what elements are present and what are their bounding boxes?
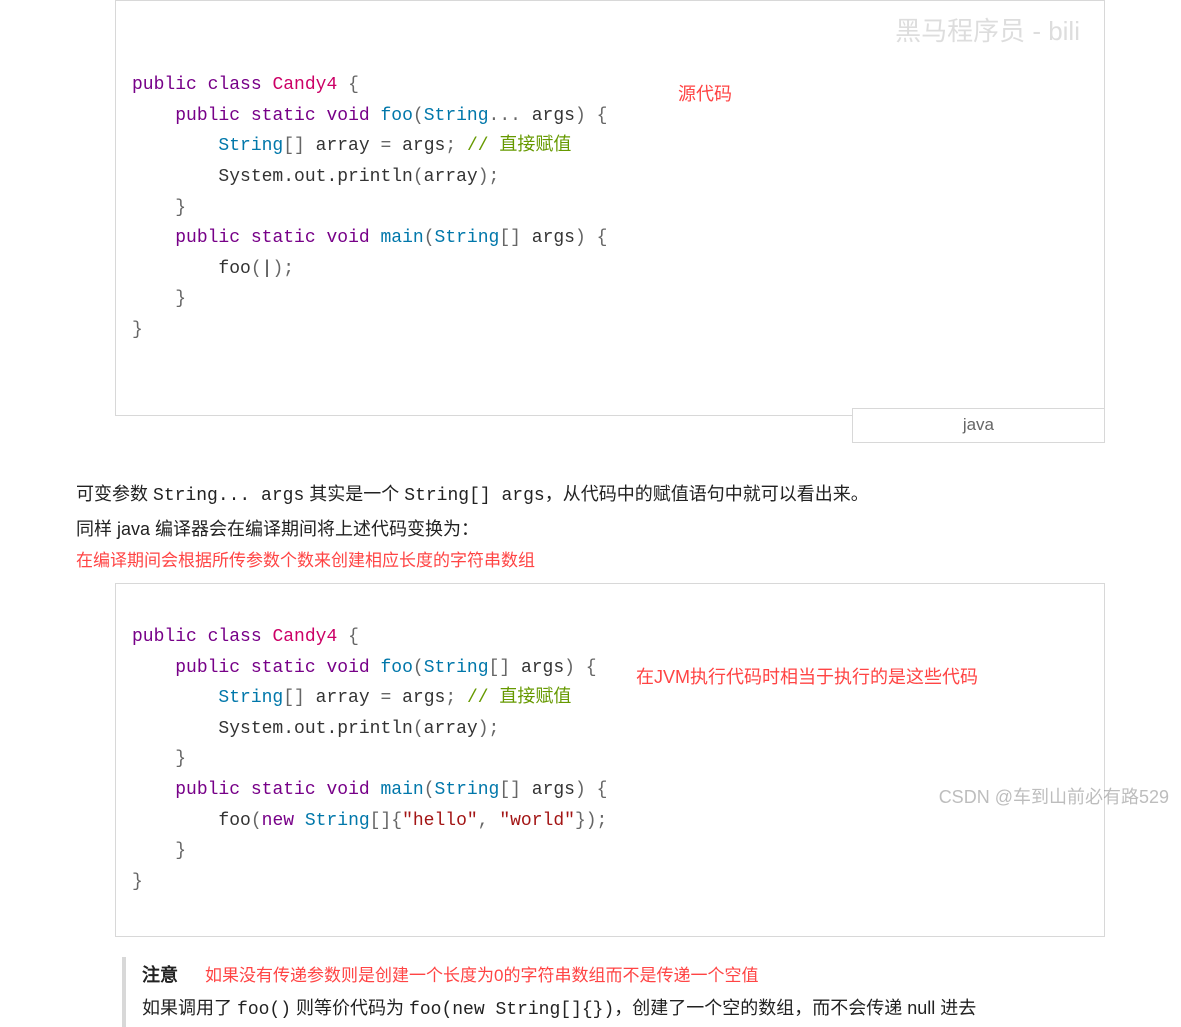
note-title: 注意 <box>142 965 178 985</box>
kw: static <box>251 106 316 126</box>
call: foo <box>218 259 250 279</box>
comment: // 直接赋值 <box>467 136 571 156</box>
text: 可变参数 <box>76 484 153 504</box>
var: args <box>532 228 575 248</box>
type: String <box>424 658 489 678</box>
class-name: Candy4 <box>272 627 337 647</box>
kw: static <box>251 658 316 678</box>
fn: foo <box>381 106 413 126</box>
type: String <box>435 228 500 248</box>
string: "world" <box>499 811 575 831</box>
inline-code: String[] args <box>404 486 544 506</box>
paragraph-1: 可变参数 String... args 其实是一个 String[] args，… <box>76 480 1105 511</box>
var: array <box>424 167 478 187</box>
kw: public <box>175 106 240 126</box>
fn: main <box>381 228 424 248</box>
var: array <box>316 688 370 708</box>
annotation-source: 源代码 <box>678 79 732 110</box>
type: String <box>424 106 489 126</box>
type: String <box>435 780 500 800</box>
var: args <box>532 780 575 800</box>
kw: void <box>326 780 369 800</box>
text: 其实是一个 <box>304 484 404 504</box>
kw: class <box>208 75 262 95</box>
code-block-compiled: public class Candy4 { public static void… <box>115 583 1105 938</box>
text: ，从代码中的赋值语句中就可以看出来。 <box>545 484 869 504</box>
kw: class <box>208 627 262 647</box>
annotation-jvm: 在JVM执行代码时相当于执行的是这些代码 <box>636 662 978 693</box>
var: array <box>316 136 370 156</box>
text: ，创建了一个空的数组，而不会传递 null 进去 <box>614 998 976 1018</box>
var: array <box>424 719 478 739</box>
var: args <box>402 136 445 156</box>
note-red-text: 如果没有传递参数则是创建一个长度为0的字符串数组而不是传递一个空值 <box>205 966 758 985</box>
paragraph-2: 同样 java 编译器会在编译期间将上述代码变换为： <box>76 515 1105 544</box>
class-name: Candy4 <box>272 75 337 95</box>
text: 则等价代码为 <box>291 998 409 1018</box>
fn: main <box>381 780 424 800</box>
kw: public <box>175 780 240 800</box>
var: args <box>402 688 445 708</box>
type: String <box>218 136 283 156</box>
kw: void <box>326 228 369 248</box>
var: args <box>521 658 564 678</box>
kw: new <box>262 811 294 831</box>
call: foo <box>218 811 250 831</box>
text: 如果调用了 <box>142 998 237 1018</box>
string: "hello" <box>402 811 478 831</box>
note-block: 注意 如果没有传递参数则是创建一个长度为0的字符串数组而不是传递一个空值 如果调… <box>122 957 1105 1027</box>
inline-code: String... args <box>153 486 304 506</box>
kw: public <box>132 627 197 647</box>
note-body: 如果调用了 foo() 则等价代码为 foo(new String[]{})，创… <box>142 994 1105 1025</box>
watermark-top: 黑马程序员 - bili <box>895 9 1080 53</box>
var: args <box>532 106 575 126</box>
call: System.out.println <box>218 167 412 187</box>
kw: void <box>326 106 369 126</box>
type: String <box>218 688 283 708</box>
kw: public <box>175 658 240 678</box>
comment: // 直接赋值 <box>467 688 571 708</box>
kw: public <box>175 228 240 248</box>
red-annotation-para: 在编译期间会根据所传参数个数来创建相应长度的字符串数组 <box>76 547 1105 574</box>
cursor: | <box>262 259 273 279</box>
call: System.out.println <box>218 719 412 739</box>
kw: static <box>251 228 316 248</box>
language-badge: java <box>852 408 1105 443</box>
kw: public <box>132 75 197 95</box>
type: String <box>305 811 370 831</box>
inline-code: foo() <box>237 1000 291 1020</box>
kw: void <box>326 658 369 678</box>
code-block-source: 黑马程序员 - bili public class Candy4 { publi… <box>115 0 1105 416</box>
fn: foo <box>381 658 413 678</box>
kw: static <box>251 780 316 800</box>
inline-code: foo(new String[]{}) <box>409 1000 614 1020</box>
